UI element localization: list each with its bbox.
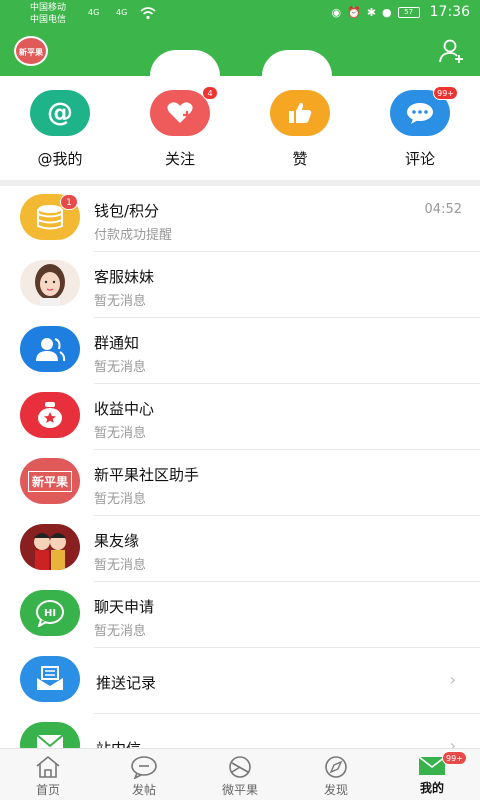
link-push-records[interactable]: 推送记录 › xyxy=(0,648,480,714)
at-icon: @ xyxy=(30,90,90,136)
carrier-1: 中国移动 xyxy=(30,3,67,13)
compass-icon xyxy=(325,756,347,778)
tab-label: 我的 xyxy=(419,781,444,795)
location-icon: ● xyxy=(382,5,392,19)
push-record-icon xyxy=(20,656,80,702)
post-bubble-icon xyxy=(131,756,157,779)
community-logo-icon: 新平果 xyxy=(20,458,80,504)
message-title: 客服妹妹 xyxy=(94,268,155,286)
chevron-right-icon: › xyxy=(449,670,456,689)
header-decoration-right xyxy=(262,50,332,76)
wallet-badge: 1 xyxy=(60,194,78,210)
message-subtitle: 暂无消息 xyxy=(94,426,147,441)
message-subtitle: 暂无消息 xyxy=(94,294,147,309)
tab-home[interactable]: 首页 xyxy=(0,749,96,800)
status-icons: ◉ ⏰ ✱ ● 57 17:36 xyxy=(332,4,471,20)
message-title: 收益中心 xyxy=(94,400,155,418)
message-title: 聊天申请 xyxy=(94,598,155,616)
message-item-group-notice[interactable]: 群通知 暂无消息 xyxy=(0,318,480,384)
weipingguo-icon xyxy=(229,756,251,778)
add-friend-icon[interactable] xyxy=(438,38,466,64)
wifi-icon xyxy=(140,7,156,20)
chat-hi-icon: HI xyxy=(20,590,80,636)
income-bag-icon xyxy=(20,392,80,438)
alarm-icon: ⏰ xyxy=(347,5,361,19)
couple-avatar xyxy=(20,524,80,570)
message-title: 群通知 xyxy=(94,334,140,352)
message-subtitle: 暂无消息 xyxy=(94,558,147,573)
quick-action-likes[interactable]: 赞 xyxy=(240,76,360,180)
message-item-customer-service[interactable]: 客服妹妹 暂无消息 xyxy=(0,252,480,318)
status-bar: 中国移动 中国电信 4G 4G ◉ ⏰ ✱ ● 57 17:36 xyxy=(0,0,480,30)
network-1: 4G xyxy=(88,8,100,17)
tab-mine-badge: 99+ xyxy=(442,751,467,765)
bluetooth-icon: ✱ xyxy=(366,5,377,19)
tab-mine[interactable]: 99+ 我的 xyxy=(384,749,480,800)
tab-discover[interactable]: 发现 xyxy=(288,749,384,800)
message-title: 钱包/积分 xyxy=(94,202,160,220)
message-item-income-center[interactable]: 收益中心 暂无消息 xyxy=(0,384,480,450)
message-title: 新平果社区助手 xyxy=(94,466,200,484)
tab-label: 微平果 xyxy=(221,783,258,797)
home-icon xyxy=(36,755,60,778)
message-title: 果友缘 xyxy=(94,532,140,550)
message-list: 1 钱包/积分 付款成功提醒 04:52 客服妹妹 暂无消息 群通知 暂无消息 … xyxy=(0,186,480,780)
tab-label: 首页 xyxy=(35,783,60,797)
hi-text: HI xyxy=(44,608,56,619)
comment-badge: 99+ xyxy=(433,86,458,100)
carrier-info: 中国移动 中国电信 xyxy=(30,2,66,26)
message-subtitle: 暂无消息 xyxy=(94,360,147,375)
link-title: 推送记录 xyxy=(96,674,157,692)
message-item-guoyouyuan[interactable]: 果友缘 暂无消息 xyxy=(0,516,480,582)
thumbs-up-icon xyxy=(270,90,330,136)
follow-badge: 4 xyxy=(202,86,218,100)
carrier-2: 中国电信 xyxy=(30,15,67,25)
community-logo-text: 新平果 xyxy=(27,470,72,492)
quick-action-follow[interactable]: 4 关注 xyxy=(120,76,240,180)
quick-action-comments[interactable]: 99+ 评论 xyxy=(360,76,480,180)
header-bar: 中国移动 中国电信 4G 4G ◉ ⏰ ✱ ● 57 17:36 新平果 xyxy=(0,0,480,76)
message-time: 04:52 xyxy=(424,202,462,217)
group-icon xyxy=(20,326,80,372)
message-item-community-assistant[interactable]: 新平果 新平果社区助手 暂无消息 xyxy=(0,450,480,516)
tab-label: 发帖 xyxy=(131,783,156,797)
message-item-chat-request[interactable]: HI 聊天申请 暂无消息 xyxy=(0,582,480,648)
header-decoration-left xyxy=(150,50,220,76)
comment-icon: 99+ xyxy=(390,86,458,136)
tab-label: 发现 xyxy=(323,783,348,797)
quick-action-label: 赞 xyxy=(292,150,308,168)
tab-weipingguo[interactable]: 微平果 xyxy=(192,749,288,800)
message-item-wallet[interactable]: 1 钱包/积分 付款成功提醒 04:52 xyxy=(0,186,480,252)
customer-service-avatar xyxy=(20,260,80,306)
quick-action-label: 关注 xyxy=(164,150,195,168)
battery-icon: 57 xyxy=(397,6,420,18)
message-subtitle: 暂无消息 xyxy=(94,624,147,639)
heart-plus-icon: 4 xyxy=(150,86,218,136)
message-subtitle: 暂无消息 xyxy=(94,492,147,507)
quick-actions: @ @我的 4 关注 赞 99+ 评论 xyxy=(0,76,480,180)
quick-action-label: 评论 xyxy=(404,150,435,168)
app-logo[interactable]: 新平果 xyxy=(14,36,48,66)
quick-action-mentions[interactable]: @ @我的 xyxy=(0,76,120,180)
clock-time: 17:36 xyxy=(429,4,470,20)
eye-icon: ◉ xyxy=(331,5,342,19)
tab-post[interactable]: 发帖 xyxy=(96,749,192,800)
bottom-tab-bar: 首页 发帖 微平果 发现 99+ 我的 xyxy=(0,748,480,800)
network-2: 4G xyxy=(116,8,128,17)
quick-action-label: @我的 xyxy=(37,150,83,168)
message-subtitle: 付款成功提醒 xyxy=(94,228,173,243)
